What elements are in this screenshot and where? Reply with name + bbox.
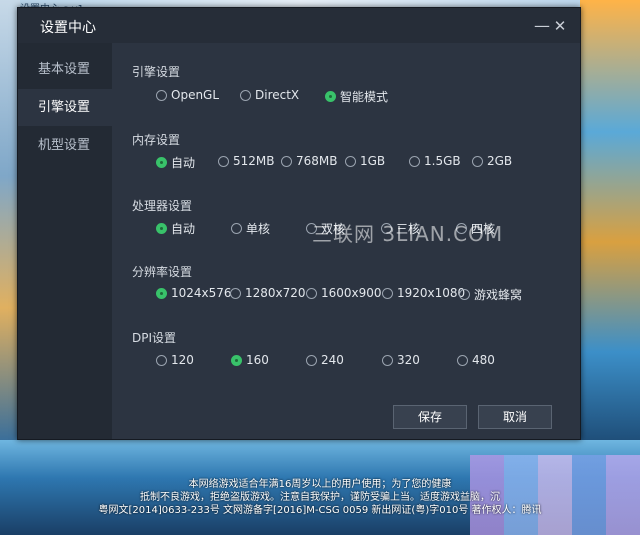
radio-icon[interactable] [409, 155, 420, 167]
memory-option-2gb[interactable]: 2GB [472, 154, 512, 168]
memory-option-auto[interactable]: 自动 [156, 154, 195, 171]
radio-icon[interactable] [306, 287, 317, 299]
dpi-option-120[interactable]: 120 [156, 353, 194, 367]
engine-option-directx[interactable]: DirectX [240, 88, 299, 102]
resolution-option-game-window[interactable]: 游戏蜂窝 [459, 286, 522, 303]
sidebar: 基本设置 引擎设置 机型设置 [18, 43, 112, 439]
close-button[interactable]: ✕ [550, 16, 570, 36]
engine-option-smart[interactable]: 智能模式 [325, 88, 388, 105]
sidebar-item-model[interactable]: 机型设置 [18, 127, 112, 164]
radio-icon[interactable] [281, 155, 292, 167]
settings-content: 引擎设置 OpenGL DirectX 智能模式 内存设置 自动 512MB 7… [112, 43, 580, 439]
resolution-option-1920[interactable]: 1920x1080 [382, 286, 465, 300]
sidebar-item-engine[interactable]: 引擎设置 [18, 89, 112, 126]
cpu-section-label: 处理器设置 [132, 199, 193, 213]
memory-section-label: 内存设置 [132, 133, 181, 147]
radio-icon[interactable] [156, 354, 167, 366]
cpu-option-triple[interactable]: 三核 [381, 220, 420, 237]
resolution-option-1600[interactable]: 1600x900 [306, 286, 382, 300]
background-art-right [580, 0, 640, 440]
resolution-section-label: 分辨率设置 [132, 265, 193, 279]
notice-line-1: 本网络游戏适合年满16周岁以上的用户使用；为了您的健康 [188, 479, 452, 490]
resolution-option-1280[interactable]: 1280x720 [230, 286, 306, 300]
radio-icon[interactable] [156, 157, 167, 168]
memory-option-1-5gb[interactable]: 1.5GB [409, 154, 461, 168]
radio-icon[interactable] [381, 223, 392, 234]
radio-icon[interactable] [382, 287, 393, 299]
radio-icon[interactable] [472, 155, 483, 167]
memory-option-768mb[interactable]: 768MB [281, 154, 338, 168]
resolution-option-1024[interactable]: 1024x576 [156, 286, 232, 300]
save-button[interactable]: 保存 [393, 405, 467, 429]
radio-icon[interactable] [156, 89, 167, 101]
notice-line-3: 粤网文[2014]0633-233号 文网游备字[2016]M-CSG 0059… [98, 505, 542, 516]
dpi-option-480[interactable]: 480 [457, 353, 495, 367]
dpi-option-320[interactable]: 320 [382, 353, 420, 367]
radio-icon[interactable] [382, 354, 393, 366]
dialog-titlebar[interactable]: 设置中心 — ✕ [18, 8, 580, 43]
minimize-button[interactable]: — [532, 16, 552, 36]
sidebar-item-basic[interactable]: 基本设置 [18, 51, 112, 88]
radio-icon[interactable] [456, 223, 467, 234]
radio-icon[interactable] [230, 287, 241, 299]
cpu-option-single[interactable]: 单核 [231, 220, 270, 237]
memory-option-512mb[interactable]: 512MB [218, 154, 275, 168]
radio-icon[interactable] [156, 223, 167, 234]
cpu-option-dual[interactable]: 双核 [306, 220, 345, 237]
radio-icon[interactable] [231, 354, 242, 366]
dialog-title: 设置中心 [40, 20, 96, 36]
cpu-option-quad[interactable]: 四核 [456, 220, 495, 237]
radio-icon[interactable] [306, 223, 317, 234]
dpi-option-240[interactable]: 240 [306, 353, 344, 367]
cancel-button[interactable]: 取消 [478, 405, 552, 429]
engine-option-opengl[interactable]: OpenGL [156, 88, 219, 102]
memory-option-1gb[interactable]: 1GB [345, 154, 385, 168]
radio-icon[interactable] [345, 155, 356, 167]
radio-icon[interactable] [459, 289, 470, 300]
radio-icon[interactable] [325, 91, 336, 102]
dpi-section-label: DPI设置 [132, 331, 177, 345]
radio-icon[interactable] [231, 223, 242, 234]
radio-icon[interactable] [156, 287, 167, 299]
engine-section-label: 引擎设置 [132, 65, 181, 79]
settings-dialog: 设置中心 — ✕ 基本设置 引擎设置 机型设置 引擎设置 OpenGL Dire… [17, 7, 581, 440]
dpi-option-160[interactable]: 160 [231, 353, 269, 367]
radio-icon[interactable] [457, 354, 468, 366]
radio-icon[interactable] [306, 354, 317, 366]
cpu-option-auto[interactable]: 自动 [156, 220, 195, 237]
game-notice: 本网络游戏适合年满16周岁以上的用户使用；为了您的健康 抵制不良游戏，拒绝盗版游… [0, 478, 640, 517]
notice-line-2: 抵制不良游戏，拒绝盗版游戏。注意自我保护，谨防受骗上当。适度游戏益脑，沉 [140, 492, 500, 503]
radio-icon[interactable] [240, 89, 251, 101]
radio-icon[interactable] [218, 155, 229, 167]
